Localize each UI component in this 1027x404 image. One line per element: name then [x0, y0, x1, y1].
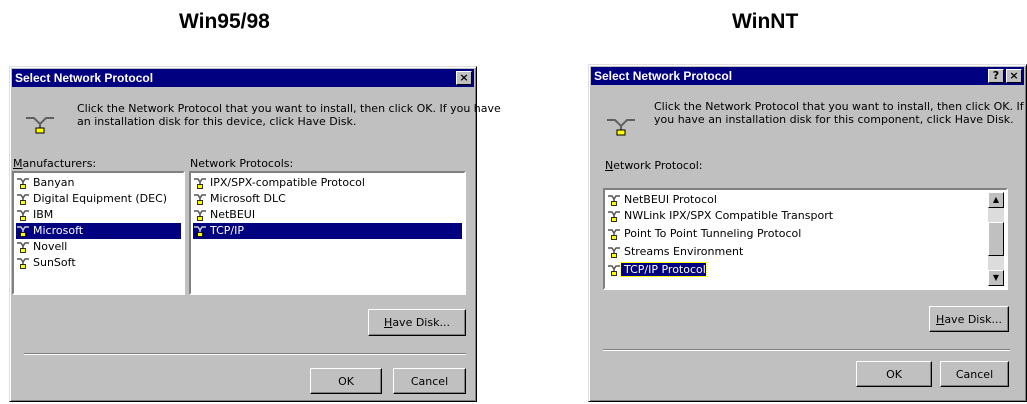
network-protocol-icon	[607, 263, 621, 277]
list-item[interactable]: NetBEUI	[193, 207, 258, 223]
network-protocol-icon	[16, 256, 30, 270]
winnt-list-scrollbar[interactable]: ▲ ▼	[988, 192, 1004, 286]
network-protocol-icon	[607, 193, 621, 207]
list-item[interactable]: NWLink IPX/SPX Compatible Transport	[607, 208, 836, 224]
list-item[interactable]: Microsoft DLC	[193, 191, 289, 207]
close-icon: ×	[459, 71, 469, 84]
win95-cancel-button[interactable]: Cancel	[393, 368, 466, 394]
list-item-label: NWLink IPX/SPX Compatible Transport	[624, 209, 834, 222]
list-item-label: Streams Environment	[624, 245, 744, 258]
win95-ok-button[interactable]: OK	[310, 368, 382, 394]
ok-label: OK	[886, 368, 902, 381]
winnt-help-button[interactable]: ?	[988, 69, 1004, 83]
list-item-label: IBM	[33, 208, 54, 221]
list-item-selected[interactable]: TCP/IP Protocol	[607, 262, 709, 278]
winnt-network-protocol-list[interactable]: NetBEUI Protocol NWLink IPX/SPX Compatib…	[603, 188, 1008, 290]
list-item-selected[interactable]: TCP/IP	[193, 223, 462, 239]
win95-instructions-line1: Click the Network Protocol that you want…	[77, 102, 501, 115]
win95-titlebar[interactable]: Select Network Protocol ×	[12, 69, 474, 87]
win95-instructions-line2: an installation disk for this device, cl…	[77, 115, 357, 128]
winnt-dialog: Select Network Protocol ? × Click the Ne…	[588, 64, 1027, 402]
scroll-down-button[interactable]: ▼	[988, 270, 1004, 286]
network-protocol-icon	[24, 111, 56, 138]
winnt-heading: WinNT	[732, 10, 799, 33]
arrow-down-icon: ▼	[992, 273, 1000, 282]
manufacturers-list[interactable]: Banyan Digital Equipment (DEC) IBM Micro…	[12, 171, 185, 295]
network-protocol-icon	[16, 208, 30, 222]
win95-have-disk-button[interactable]: Have Disk...	[368, 309, 466, 336]
network-protocol-icon	[16, 240, 30, 254]
network-protocol-icon	[16, 192, 30, 206]
win95-separator	[24, 353, 466, 355]
winnt-close-button[interactable]: ×	[1006, 69, 1022, 83]
win95-dialog: Select Network Protocol × Click the Netw…	[9, 66, 501, 402]
list-item-label: TCP/IP	[210, 224, 244, 237]
network-protocol-icon	[193, 208, 207, 222]
list-item-selected[interactable]: Microsoft	[16, 223, 181, 239]
scroll-up-button[interactable]: ▲	[988, 192, 1004, 208]
winnt-instructions-line2: you have an installation disk for this c…	[654, 113, 1014, 126]
winnt-cancel-button[interactable]: Cancel	[940, 361, 1009, 387]
close-icon: ×	[1009, 69, 1019, 82]
cancel-label: Cancel	[955, 368, 994, 381]
list-item-label: NetBEUI	[210, 208, 256, 221]
list-item-label: Novell	[33, 240, 68, 253]
list-item-label: IPX/SPX-compatible Protocol	[210, 176, 365, 189]
scroll-thumb[interactable]	[988, 222, 1004, 256]
winnt-instructions-line1: Click the Network Protocol that you want…	[654, 100, 1024, 113]
network-protocol-icon	[16, 224, 30, 238]
list-item-label: SunSoft	[33, 256, 76, 269]
network-protocol-icon	[605, 113, 637, 140]
winnt-dialog-title: Select Network Protocol	[594, 69, 733, 83]
network-protocol-icon	[193, 192, 207, 206]
cancel-label: Cancel	[410, 375, 449, 388]
network-protocol-icon	[16, 176, 30, 190]
list-item-label: Microsoft DLC	[210, 192, 286, 205]
list-item-label: Microsoft	[33, 224, 84, 237]
win95-heading: Win95/98	[179, 10, 270, 33]
manufacturers-label-mnemonic: M	[13, 157, 23, 170]
win95-dialog-title: Select Network Protocol	[15, 71, 154, 85]
manufacturers-label: Manufacturers:	[13, 157, 96, 170]
winnt-separator	[603, 349, 1010, 351]
list-item[interactable]: Novell	[16, 239, 70, 255]
network-protocol-icon	[607, 245, 621, 259]
network-protocol-icon	[607, 227, 621, 241]
win95-close-button[interactable]: ×	[456, 71, 472, 85]
list-item[interactable]: Banyan	[16, 175, 77, 191]
list-item[interactable]: IBM	[16, 207, 56, 223]
list-item-label: Digital Equipment (DEC)	[33, 192, 168, 205]
network-protocol-icon	[193, 224, 207, 238]
network-protocol-label-mnemonic: N	[605, 159, 614, 172]
arrow-up-icon: ▲	[992, 195, 1000, 204]
list-item-label: NetBEUI Protocol	[624, 193, 717, 206]
manufacturers-label-text: anufacturers:	[22, 157, 97, 170]
list-item[interactable]: NetBEUI Protocol	[607, 192, 720, 208]
list-item[interactable]: IPX/SPX-compatible Protocol	[193, 175, 368, 191]
list-item[interactable]: Digital Equipment (DEC)	[16, 191, 170, 207]
list-item-label: Point To Point Tunneling Protocol	[624, 227, 802, 240]
network-protocol-icon	[193, 176, 207, 190]
network-protocol-icon	[607, 209, 621, 223]
have-disk-label: ave Disk...	[944, 313, 1002, 326]
list-item-label: Banyan	[33, 176, 75, 189]
help-icon: ?	[992, 69, 1000, 82]
list-item[interactable]: Streams Environment	[607, 244, 746, 260]
list-item[interactable]: SunSoft	[16, 255, 79, 271]
list-item-label: TCP/IP Protocol	[620, 262, 707, 277]
network-protocol-label-text: etwork Protocol:	[613, 159, 703, 172]
ok-label: OK	[338, 375, 354, 388]
winnt-ok-button[interactable]: OK	[856, 361, 932, 387]
winnt-titlebar[interactable]: Select Network Protocol ? ×	[591, 67, 1024, 85]
network-protocol-label: Network Protocol:	[605, 159, 702, 172]
winnt-have-disk-button[interactable]: Have Disk...	[929, 306, 1009, 332]
network-protocols-list[interactable]: IPX/SPX-compatible Protocol Microsoft DL…	[189, 171, 466, 295]
have-disk-label: ave Disk...	[392, 316, 450, 329]
list-item[interactable]: Point To Point Tunneling Protocol	[607, 226, 804, 242]
network-protocols-label: Network Protocols:	[190, 157, 294, 170]
